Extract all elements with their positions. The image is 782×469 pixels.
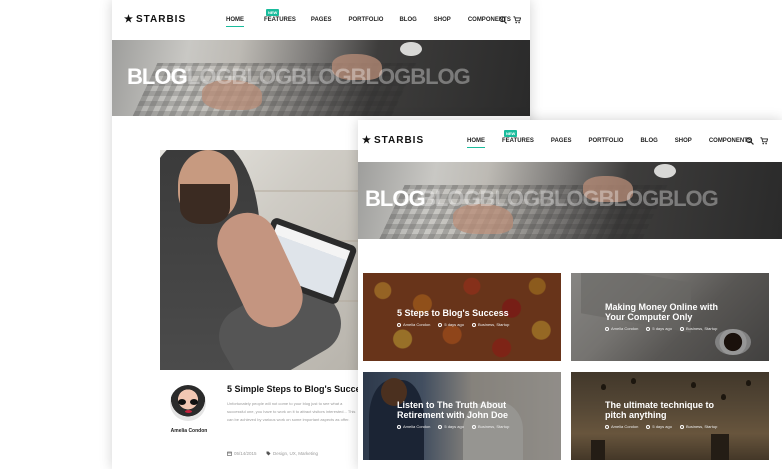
card-meta: Amelia Condon 5 days ago Business, Start…: [605, 424, 725, 429]
tag-icon: [266, 451, 271, 456]
card-time: 5 days ago: [646, 326, 672, 331]
card-time: 5 days ago: [438, 424, 464, 429]
blog-card[interactable]: The ultimate technique to pitch anything…: [571, 372, 769, 460]
blog-card[interactable]: Listen to The Truth About Retirement wit…: [363, 372, 561, 460]
star-icon: ★: [362, 135, 372, 146]
brand-logo[interactable]: ★ STARBIS: [362, 135, 424, 146]
search-icon[interactable]: [499, 16, 507, 24]
nav-pages[interactable]: PAGES: [311, 17, 332, 23]
calendar-icon: [227, 451, 232, 456]
author-avatar[interactable]: [170, 385, 206, 421]
card-title[interactable]: Making Money Online with Your Computer O…: [605, 302, 718, 322]
tag-icon: [679, 424, 684, 429]
hero-banner: BLOGBLOGBLOGBLOGBLOG BLOG: [112, 40, 530, 116]
card-meta: Amelia Condon 5 days ago Business, Start…: [397, 424, 517, 429]
hero-title: BLOG: [127, 64, 188, 89]
post-excerpt: Unfortunately people will not come to yo…: [227, 401, 356, 422]
front-screenshot: ★ STARBIS HOME NEW FEATURES PAGES PORTFOL…: [358, 120, 782, 469]
hero-title: BLOG: [365, 186, 426, 211]
blog-card[interactable]: Making Money Online with Your Computer O…: [571, 273, 769, 361]
blog-card[interactable]: 5 Steps to Blog's Success Amelia Condon …: [363, 273, 561, 361]
tag-icon: [471, 424, 476, 429]
main-menu: HOME NEW FEATURES PAGES PORTFOLIO BLOG S…: [226, 9, 511, 27]
hero-ghost-text: BLOGBLOGBLOGBLOGBLOG: [172, 64, 471, 89]
cart-icon[interactable]: [760, 137, 768, 145]
card-title[interactable]: The ultimate technique to pitch anything: [605, 400, 714, 420]
hero-banner: BLOGBLOGBLOGBLOGBLOG BLOG: [358, 162, 782, 239]
author-name[interactable]: Amelia Condon: [168, 428, 210, 434]
cart-icon[interactable]: [513, 16, 521, 24]
post-tags[interactable]: Design, UX, Marketing: [266, 451, 318, 456]
card-tags[interactable]: Business, Startup: [679, 424, 717, 429]
nav-features[interactable]: NEW FEATURES: [502, 130, 534, 144]
hero-ghost-text: BLOGBLOGBLOGBLOGBLOG: [420, 186, 719, 211]
nav-blog[interactable]: BLOG: [640, 138, 657, 144]
card-meta: Amelia Condon 5 days ago Business, Start…: [397, 322, 517, 327]
nav-shop[interactable]: SHOP: [675, 138, 692, 144]
top-nav: ★ STARBIS HOME NEW FEATURES PAGES PORTFOL…: [112, 0, 530, 40]
card-author[interactable]: Amelia Condon: [605, 326, 638, 331]
tag-icon: [679, 326, 684, 331]
new-badge: NEW: [504, 130, 518, 137]
card-title[interactable]: Listen to The Truth About Retirement wit…: [397, 400, 508, 420]
brand-logo[interactable]: ★ STARBIS: [124, 14, 186, 25]
card-author[interactable]: Amelia Condon: [397, 322, 430, 327]
nav-blog[interactable]: BLOG: [399, 17, 416, 23]
user-icon: [397, 322, 401, 327]
tag-icon: [471, 322, 476, 327]
main-menu: HOME NEW FEATURES PAGES PORTFOLIO BLOG S…: [467, 130, 752, 148]
new-badge: NEW: [266, 9, 280, 16]
clock-icon: [438, 424, 443, 429]
card-tags[interactable]: Business, Startup: [471, 424, 509, 429]
user-icon: [605, 326, 609, 331]
nav-shop[interactable]: SHOP: [434, 17, 451, 23]
post-featured-image[interactable]: [160, 150, 360, 370]
nav-home[interactable]: HOME: [226, 17, 244, 27]
card-author[interactable]: Amelia Condon: [605, 424, 638, 429]
nav-home[interactable]: HOME: [467, 138, 485, 148]
nav-features[interactable]: NEW FEATURES: [264, 9, 296, 23]
card-tags[interactable]: Business, Startup: [471, 322, 509, 327]
card-author[interactable]: Amelia Condon: [397, 424, 430, 429]
nav-pages[interactable]: PAGES: [551, 138, 572, 144]
clock-icon: [646, 424, 651, 429]
card-time: 5 days ago: [438, 322, 464, 327]
post-title[interactable]: 5 Simple Steps to Blog's Success: [227, 384, 371, 394]
top-nav: ★ STARBIS HOME NEW FEATURES PAGES PORTFOL…: [358, 120, 782, 162]
clock-icon: [438, 322, 443, 327]
user-icon: [605, 424, 609, 429]
user-icon: [397, 424, 401, 429]
star-icon: ★: [124, 14, 134, 25]
card-time: 5 days ago: [646, 424, 672, 429]
search-icon[interactable]: [746, 137, 754, 145]
card-meta: Amelia Condon 5 days ago Business, Start…: [605, 326, 725, 331]
clock-icon: [646, 326, 651, 331]
post-date: 05/14/2015: [227, 451, 257, 456]
card-title[interactable]: 5 Steps to Blog's Success: [397, 308, 509, 318]
nav-portfolio[interactable]: PORTFOLIO: [348, 17, 383, 23]
card-tags[interactable]: Business, Startup: [679, 326, 717, 331]
nav-portfolio[interactable]: PORTFOLIO: [588, 138, 623, 144]
